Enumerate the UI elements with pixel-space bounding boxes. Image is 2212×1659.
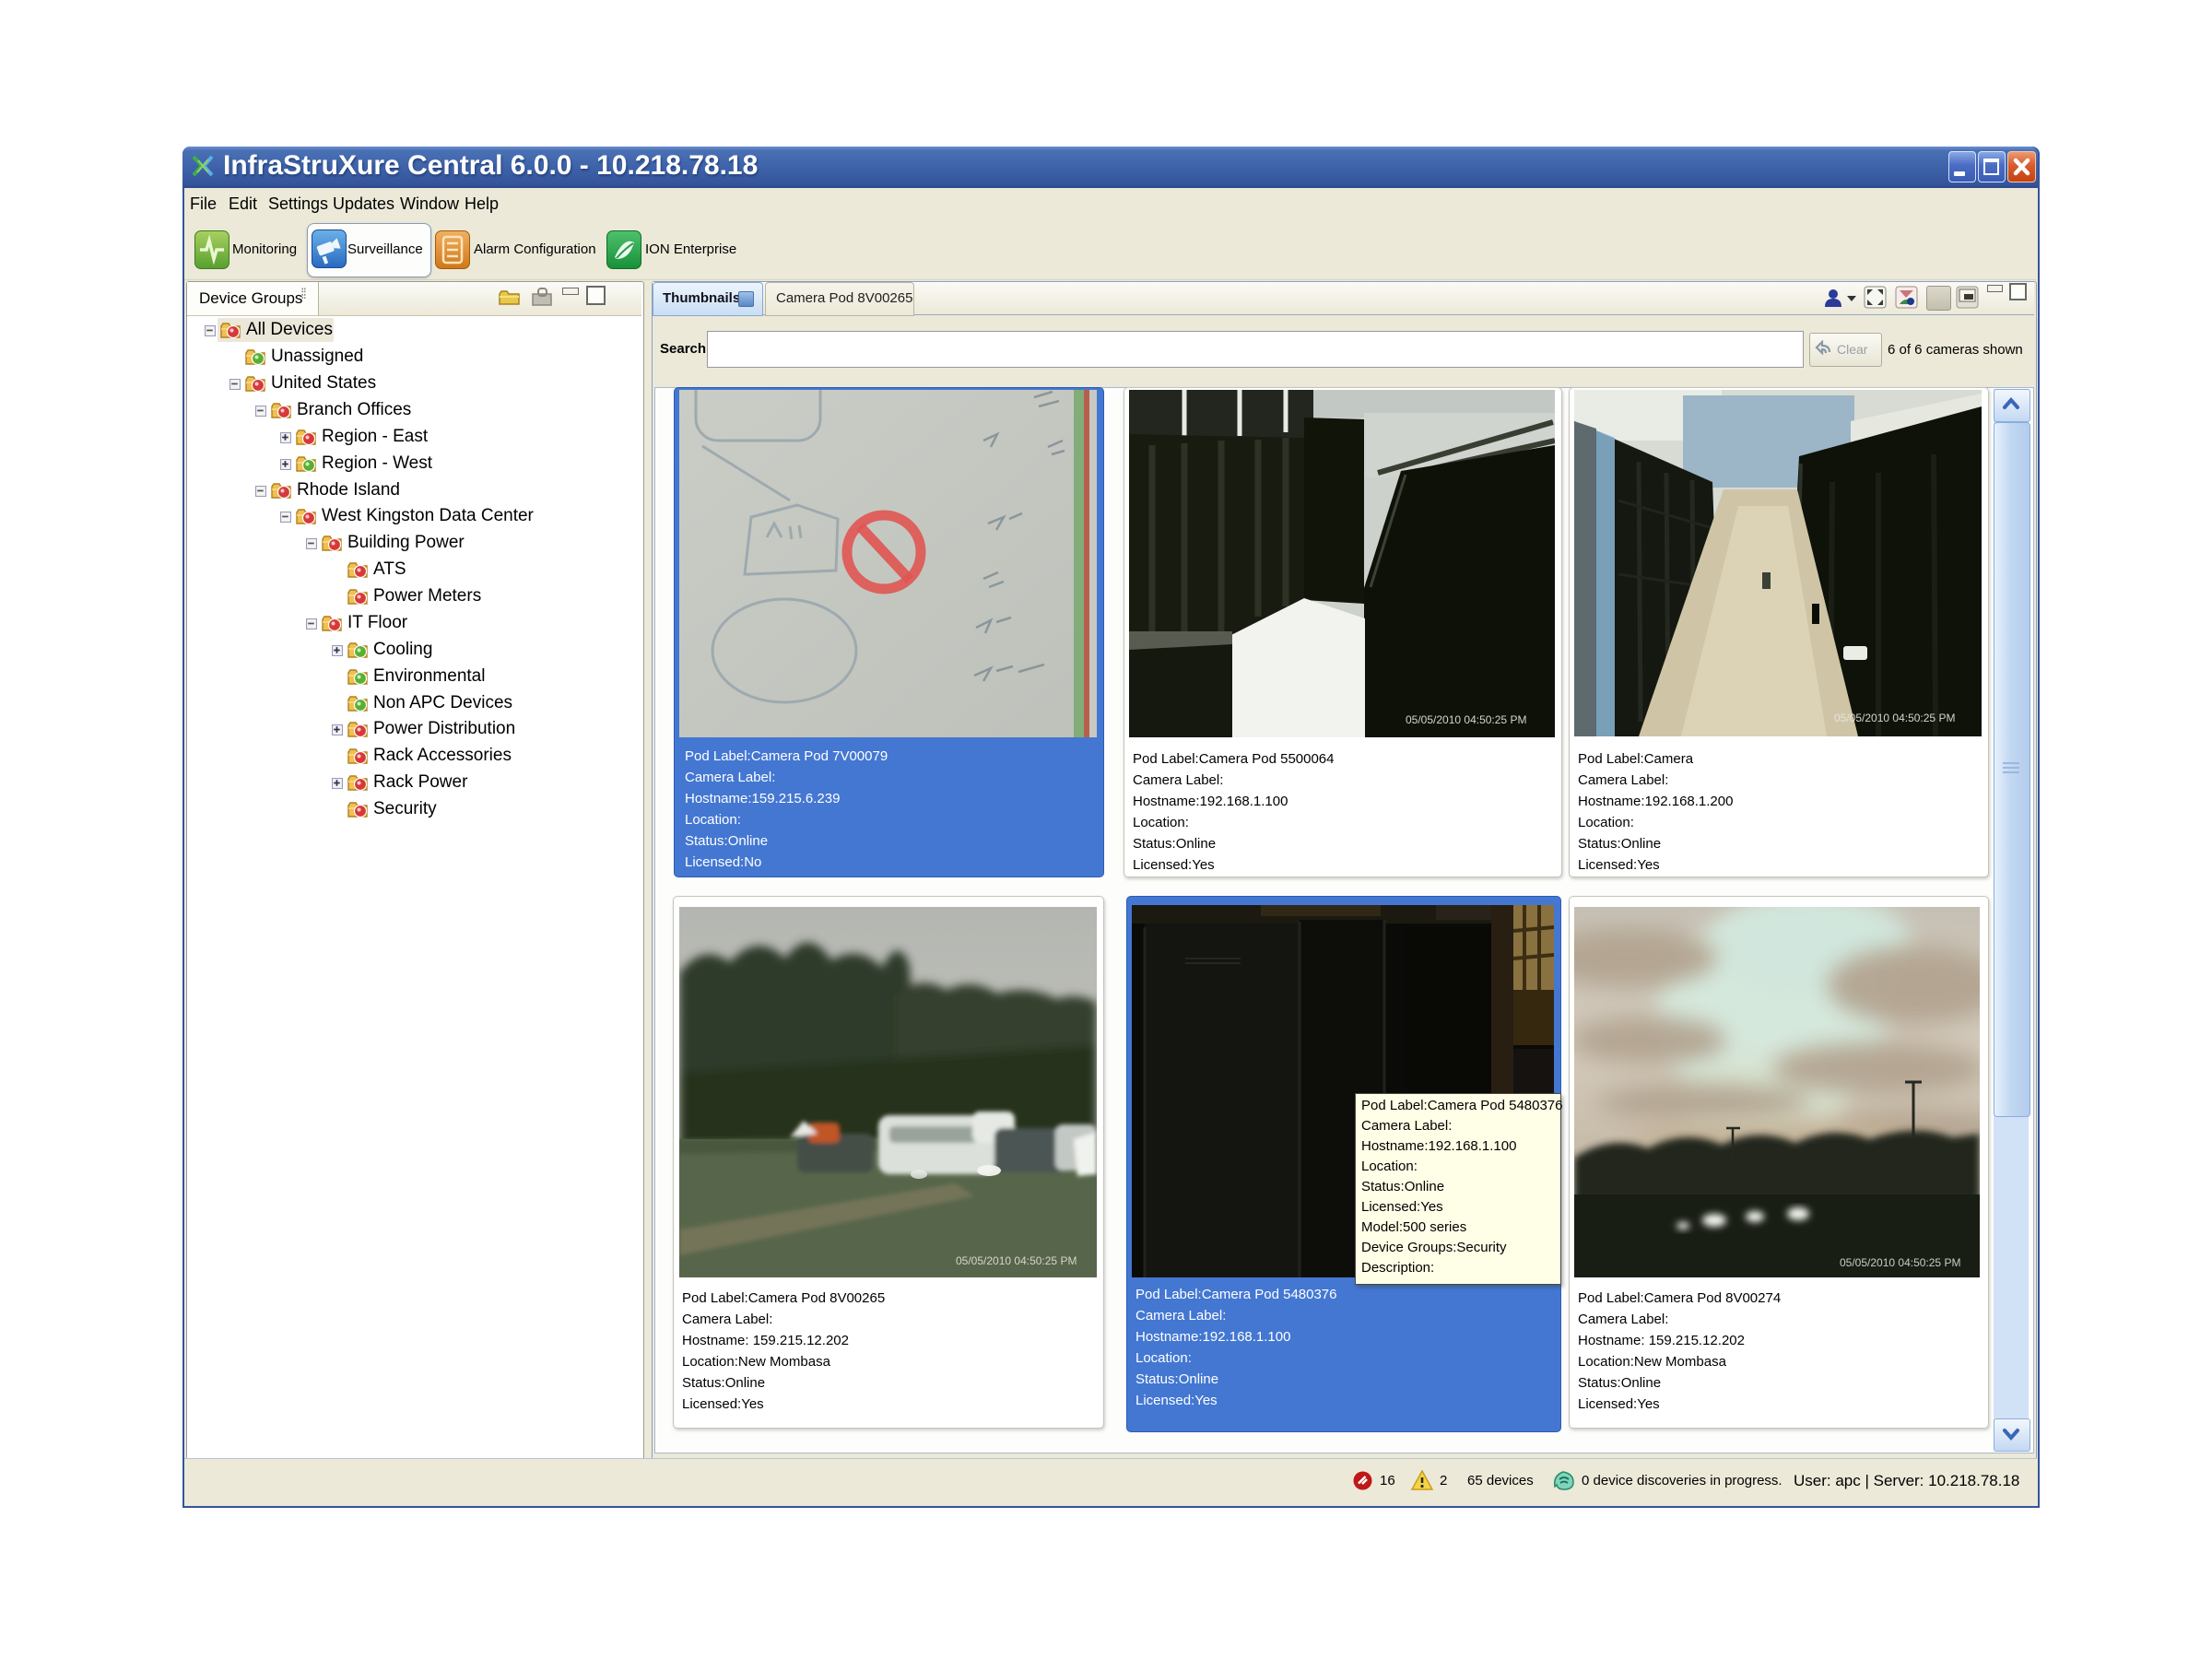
svg-text:05/05/2010 04:50:25 PM: 05/05/2010 04:50:25 PM [1406,713,1526,726]
svg-text:05/05/2010 04:50:25 PM: 05/05/2010 04:50:25 PM [956,1254,1077,1267]
svg-text:05/05/2010 04:50:25 PM: 05/05/2010 04:50:25 PM [1840,1256,1960,1269]
svg-text:05/05/2010 04:50:25 PM: 05/05/2010 04:50:25 PM [1834,712,1955,724]
